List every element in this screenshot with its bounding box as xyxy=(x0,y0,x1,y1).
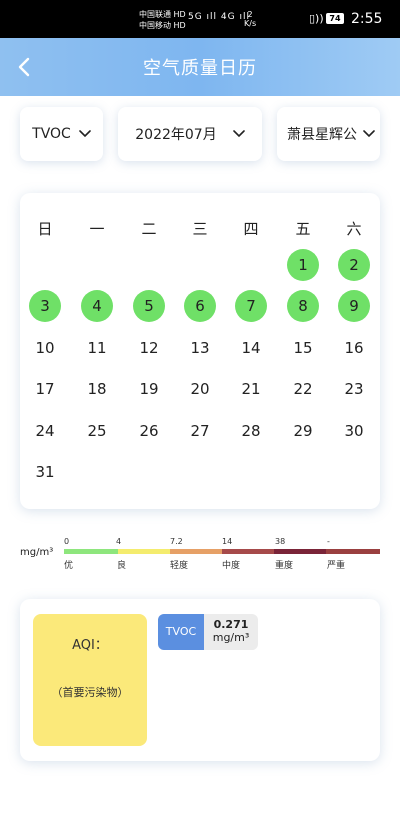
aqi-card: AQI： （首要污染物） TVOC 0.271 mg/m³ xyxy=(20,599,380,761)
legend-level: 中度 xyxy=(222,561,241,571)
legend-tick: 38 xyxy=(275,537,286,546)
signal-icon: 5G ıll 4G ıll xyxy=(188,12,250,22)
pollutant-select[interactable]: TVOC xyxy=(20,107,103,161)
concentration-legend: mg/m³ 0 4 7.2 14 38 - 优 良 轻度 中度 重度 严重 xyxy=(20,537,382,577)
carrier-1: 中国联通 HD xyxy=(139,10,186,19)
weekday-tue: 二 xyxy=(141,220,157,238)
legend-bar-good xyxy=(118,549,170,554)
page-title: 空气质量日历 xyxy=(143,58,257,79)
calendar-day-29[interactable]: 29 xyxy=(287,415,319,447)
air-quality-calendar: 日 一 二 三 四 五 六 1 2 3 4 5 6 7 8 9 10 11 12 13 14 15 16 17 1… xyxy=(20,193,380,509)
legend-tick: 4 xyxy=(116,537,122,546)
legend-tick: 14 xyxy=(222,537,233,546)
legend-bar-heavy xyxy=(274,549,326,554)
calendar-day-20[interactable]: 20 xyxy=(184,373,216,405)
calendar-day-6[interactable]: 6 xyxy=(184,290,216,322)
pollutant-chip-value: 0.271 mg/m³ xyxy=(204,614,258,650)
carrier-2: 中国移动 HD xyxy=(139,21,186,30)
app-header: 空气质量日历 xyxy=(0,38,400,96)
calendar-day-25[interactable]: 25 xyxy=(81,415,113,447)
calendar-day-1[interactable]: 1 xyxy=(287,249,319,281)
pollutant-chip-name: TVOC xyxy=(158,614,204,650)
calendar-day-23[interactable]: 23 xyxy=(338,373,370,405)
calendar-day-18[interactable]: 18 xyxy=(81,373,113,405)
weekday-thu: 四 xyxy=(243,220,259,238)
calendar-day-9[interactable]: 9 xyxy=(338,290,370,322)
calendar-day-4[interactable]: 4 xyxy=(81,290,113,322)
weekday-sat: 六 xyxy=(346,220,362,238)
pollutant-value: 0.271 xyxy=(213,618,249,631)
weekday-sun: 日 xyxy=(37,220,53,238)
chevron-down-icon xyxy=(363,130,375,138)
station-select[interactable]: 萧县星辉公 xyxy=(277,107,380,161)
legend-level: 优 xyxy=(64,561,74,571)
legend-level: 轻度 xyxy=(170,561,189,571)
month-select[interactable]: 2022年07月 xyxy=(118,107,262,161)
legend-level: 良 xyxy=(117,561,127,571)
calendar-day-16[interactable]: 16 xyxy=(338,332,370,364)
calendar-day-17[interactable]: 17 xyxy=(29,373,61,405)
aqi-box: AQI： （首要污染物） xyxy=(33,614,147,746)
calendar-day-28[interactable]: 28 xyxy=(235,415,267,447)
battery-icon: 74 xyxy=(326,13,344,24)
aqi-label: AQI： xyxy=(72,638,108,653)
legend-bar-light xyxy=(170,549,222,554)
chevron-down-icon xyxy=(79,130,91,138)
calendar-day-12[interactable]: 12 xyxy=(133,332,165,364)
calendar-day-15[interactable]: 15 xyxy=(287,332,319,364)
status-bar: 中国联通 HD 中国移动 HD 5G ıll 4G ıll 2 K/s ▯)) … xyxy=(0,0,400,38)
legend-bar-excellent xyxy=(64,549,118,554)
carrier-info: 中国联通 HD 中国移动 HD xyxy=(139,9,186,31)
chevron-down-icon xyxy=(232,130,245,138)
weekday-wed: 三 xyxy=(192,220,208,238)
legend-bar-moderate xyxy=(222,549,274,554)
primary-pollutant-label: （首要污染物） xyxy=(51,686,129,699)
calendar-day-11[interactable]: 11 xyxy=(81,332,113,364)
calendar-day-13[interactable]: 13 xyxy=(184,332,216,364)
month-select-value: 2022年07月 xyxy=(135,127,217,143)
legend-tick: - xyxy=(327,537,330,546)
calendar-day-27[interactable]: 27 xyxy=(184,415,216,447)
legend-level: 严重 xyxy=(327,561,346,571)
network-speed: 2 K/s xyxy=(244,10,257,28)
weekday-mon: 一 xyxy=(89,220,105,238)
calendar-day-24[interactable]: 24 xyxy=(29,415,61,447)
legend-tick: 0 xyxy=(64,537,70,546)
calendar-day-7[interactable]: 7 xyxy=(235,290,267,322)
legend-unit: mg/m³ xyxy=(20,547,54,558)
weekday-header: 日 一 二 三 四 五 六 xyxy=(20,218,380,238)
calendar-day-19[interactable]: 19 xyxy=(133,373,165,405)
status-time: 2:55 xyxy=(351,11,383,27)
vibrate-icon: ▯)) xyxy=(309,12,324,25)
legend-level: 重度 xyxy=(275,561,294,571)
calendar-day-5[interactable]: 5 xyxy=(133,290,165,322)
pollutant-select-value: TVOC xyxy=(32,126,71,142)
station-select-value: 萧县星辉公 xyxy=(287,127,357,143)
legend-tick: 7.2 xyxy=(170,537,183,546)
calendar-day-31[interactable]: 31 xyxy=(29,456,61,488)
legend-bar-severe xyxy=(326,549,380,554)
calendar-day-10[interactable]: 10 xyxy=(29,332,61,364)
pollutant-unit: mg/m³ xyxy=(212,631,250,644)
calendar-day-21[interactable]: 21 xyxy=(235,373,267,405)
calendar-day-30[interactable]: 30 xyxy=(338,415,370,447)
weekday-fri: 五 xyxy=(295,220,311,238)
calendar-day-8[interactable]: 8 xyxy=(287,290,319,322)
calendar-day-26[interactable]: 26 xyxy=(133,415,165,447)
calendar-day-22[interactable]: 22 xyxy=(287,373,319,405)
calendar-day-3[interactable]: 3 xyxy=(29,290,61,322)
pollutant-chip[interactable]: TVOC 0.271 mg/m³ xyxy=(158,614,258,650)
calendar-day-2[interactable]: 2 xyxy=(338,249,370,281)
calendar-day-14[interactable]: 14 xyxy=(235,332,267,364)
